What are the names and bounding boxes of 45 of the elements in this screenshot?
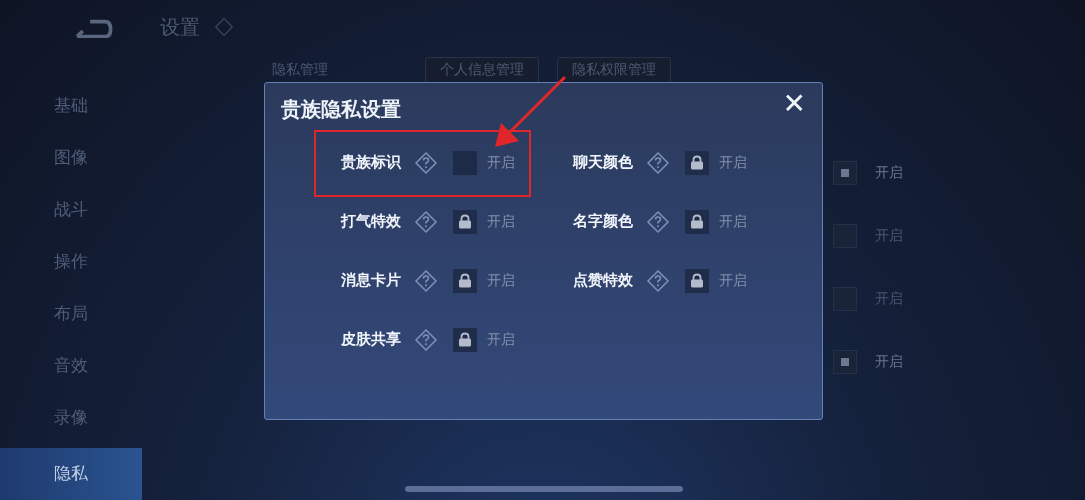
sidebar-tab[interactable]: 战斗: [0, 183, 142, 236]
option-label: 消息卡片: [341, 271, 402, 290]
lock-icon: [458, 332, 472, 347]
close-button[interactable]: ✕: [780, 87, 808, 120]
sidebar-tab[interactable]: 录像: [0, 391, 142, 444]
option-label: 皮肤共享: [341, 330, 402, 349]
sidebar-tab[interactable]: 基础: [0, 79, 142, 132]
option-state: 开启: [719, 153, 747, 172]
checkbox-label: 开启: [875, 163, 903, 182]
option-state: 开启: [487, 330, 515, 349]
locked-checkbox[interactable]: [685, 268, 709, 293]
option-label: 名字颜色: [573, 212, 634, 231]
lock-icon: [690, 214, 704, 229]
locked-checkbox[interactable]: [453, 209, 477, 234]
sidebar-tab[interactable]: 操作: [0, 235, 142, 288]
checkbox[interactable]: [833, 160, 857, 185]
sidebar-tab[interactable]: 布局: [0, 287, 142, 340]
locked-checkbox[interactable]: [453, 268, 477, 293]
privacy-button[interactable]: 隐私权限管理: [557, 57, 671, 83]
privacy-button[interactable]: 个人信息管理: [425, 57, 539, 83]
sidebar-tab[interactable]: 图像: [0, 131, 142, 184]
dialog-title: 贵族隐私设置: [281, 95, 401, 123]
option-label: 贵族标识: [341, 153, 402, 172]
option-state: 开启: [487, 153, 515, 172]
lock-icon: [690, 155, 704, 170]
option-label: 点赞特效: [573, 271, 634, 290]
checkbox[interactable]: [833, 349, 857, 374]
checkbox[interactable]: [453, 150, 477, 175]
option-state: 开启: [487, 271, 515, 290]
sidebar-tab[interactable]: 隐私: [0, 447, 142, 500]
sidebar-tab[interactable]: 音效: [0, 339, 142, 392]
option-label: 聊天颜色: [573, 153, 634, 172]
lock-icon: [458, 214, 472, 229]
lock-icon: [690, 273, 704, 288]
locked-checkbox[interactable]: [453, 327, 477, 352]
section-label: 隐私管理: [272, 61, 329, 79]
locked-checkbox[interactable]: [685, 209, 709, 234]
option-state: 开启: [719, 212, 747, 231]
page-title: 设置: [160, 13, 200, 41]
lock-icon: [458, 273, 472, 288]
option-state: 开启: [719, 271, 747, 290]
option-state: 开启: [487, 212, 515, 231]
option-label: 打气特效: [341, 212, 402, 231]
checkbox-label: 开启: [875, 352, 903, 371]
locked-checkbox[interactable]: [685, 150, 709, 175]
